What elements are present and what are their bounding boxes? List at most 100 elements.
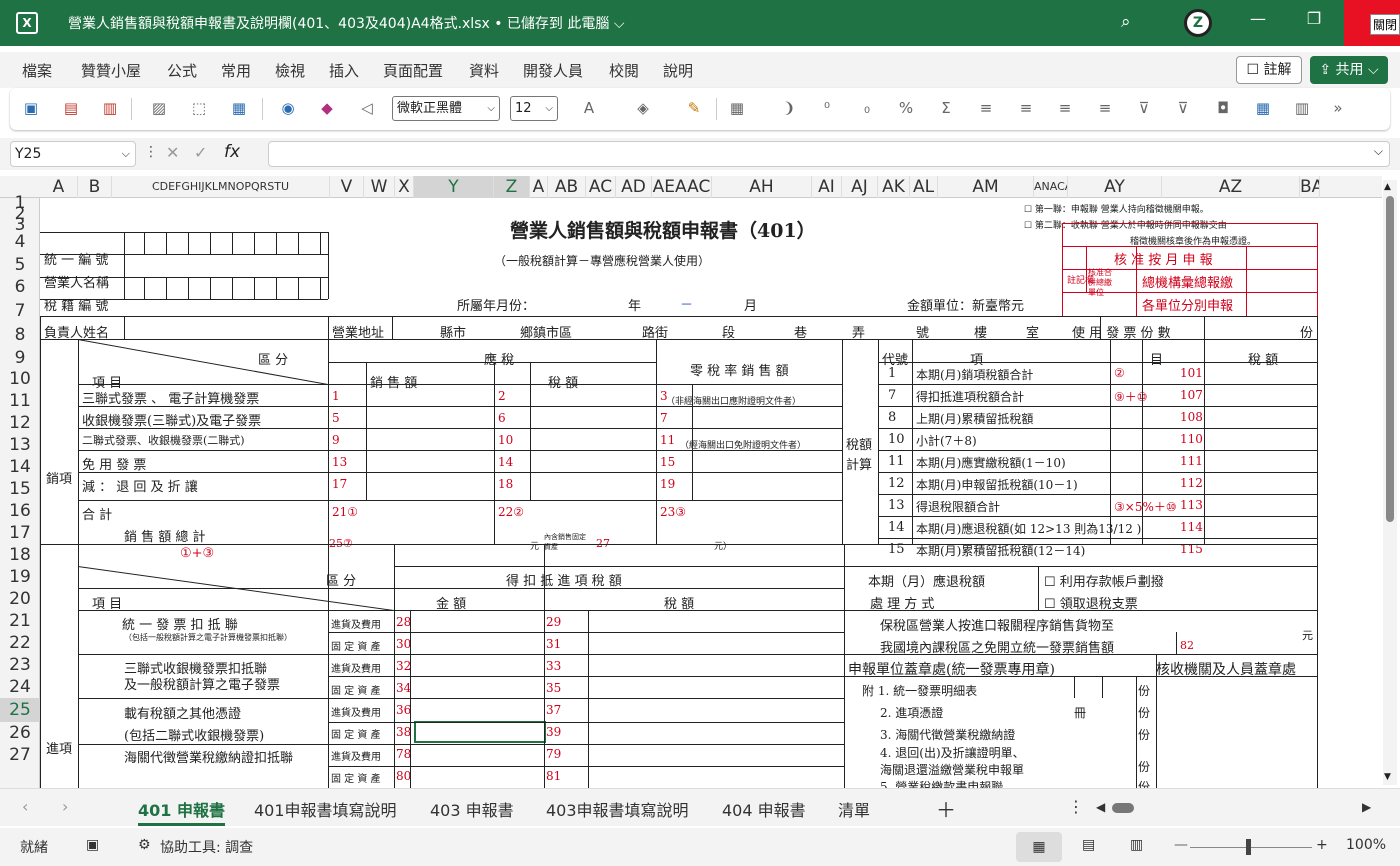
minimize-icon[interactable]: — bbox=[1248, 9, 1268, 28]
menu-developer[interactable]: 開發人員 bbox=[523, 60, 583, 81]
more-vert-icon[interactable]: ⋮ bbox=[144, 144, 158, 160]
zoom-slider[interactable] bbox=[1190, 847, 1312, 848]
vertical-scroll-thumb[interactable] bbox=[1386, 196, 1394, 522]
column-header[interactable]: AY bbox=[1068, 176, 1162, 198]
page-break-view-icon[interactable]: ▥ bbox=[1130, 837, 1143, 853]
column-header[interactable]: AB bbox=[548, 176, 586, 198]
row-header[interactable]: 19 bbox=[0, 566, 40, 588]
column-header[interactable]: ANACAARASTAUAVA bbox=[1034, 176, 1068, 198]
decrease-decimal-icon[interactable]: ₀ bbox=[856, 98, 878, 118]
comma-style-icon[interactable]: ❩ bbox=[778, 98, 800, 118]
hscroll-right-icon[interactable]: ▶ bbox=[1362, 800, 1371, 814]
column-header[interactable]: A bbox=[530, 176, 548, 198]
column-header[interactable]: AI bbox=[812, 176, 842, 198]
clear-format-icon[interactable]: ◁ bbox=[356, 98, 378, 118]
column-header[interactable]: B bbox=[78, 176, 112, 198]
row-header[interactable]: 23 bbox=[0, 654, 40, 676]
row-header[interactable]: 5 bbox=[0, 254, 40, 276]
share-button[interactable]: ⇪ 共用 ⌵ bbox=[1310, 56, 1388, 84]
restore-icon[interactable]: ❐ bbox=[1304, 9, 1324, 28]
borders-icon[interactable]: ▦ bbox=[726, 98, 748, 118]
row-header[interactable]: 12 bbox=[0, 412, 40, 434]
search-icon[interactable]: ⌕ bbox=[1121, 12, 1131, 32]
more-icon[interactable]: » bbox=[1327, 98, 1349, 118]
close-button[interactable]: 關閉 bbox=[1344, 0, 1400, 46]
column-header[interactable]: Y bbox=[414, 176, 494, 198]
tab-403[interactable]: 403 申報書 bbox=[430, 797, 514, 821]
sum-icon[interactable]: Σ bbox=[935, 98, 957, 118]
font-size-dropdown[interactable]: 12 ⌵ bbox=[510, 96, 558, 121]
spreadsheet-grid[interactable]: A B CDEFGHIJKLMNOPQRSTU V W X Y Z A AB AC AD AEAAC AH… bbox=[0, 176, 1382, 788]
menu-view[interactable]: 檢視 bbox=[275, 60, 305, 81]
align-right-icon[interactable]: ≡ bbox=[1054, 98, 1076, 118]
row-header[interactable]: 4 bbox=[0, 230, 40, 254]
row-header[interactable]: 7 bbox=[0, 299, 40, 323]
accessibility-status[interactable]: 協助工具: 調查 bbox=[160, 837, 253, 857]
accessibility-icon[interactable]: ⚙ bbox=[138, 837, 151, 853]
clear-filter-icon[interactable]: ⊽ bbox=[1172, 98, 1194, 118]
column-header[interactable]: AM bbox=[938, 176, 1034, 198]
tab-401-guide[interactable]: 401申報書填寫說明 bbox=[254, 797, 397, 821]
row-header[interactable]: 24 bbox=[0, 676, 40, 698]
row-header[interactable]: 15 bbox=[0, 478, 40, 500]
column-header[interactable]: BA bbox=[1300, 176, 1320, 198]
zoom-out-icon[interactable]: — bbox=[1174, 837, 1188, 853]
align-left-icon[interactable]: ≡ bbox=[975, 98, 997, 118]
format-painter-icon[interactable]: ✎ bbox=[683, 98, 705, 118]
row-header[interactable]: 3 bbox=[0, 217, 40, 234]
row-header[interactable]: 8 bbox=[0, 323, 40, 348]
row-header[interactable]: 27 bbox=[0, 744, 40, 766]
row-header[interactable]: 10 bbox=[0, 368, 40, 390]
tab-401[interactable]: 401 申報書 bbox=[138, 797, 225, 826]
menu-insert[interactable]: 插入 bbox=[329, 60, 359, 81]
row-header[interactable]: 11 bbox=[0, 390, 40, 412]
macro-record-icon[interactable]: ▣ bbox=[86, 837, 99, 853]
column-header[interactable]: CDEFGHIJKLMNOPQRSTU bbox=[112, 176, 330, 198]
eraser-icon[interactable]: ◆ bbox=[316, 98, 338, 118]
zoom-slider-thumb[interactable] bbox=[1246, 839, 1251, 855]
freeze-panes-icon[interactable]: ▥ bbox=[1291, 98, 1313, 118]
new-sheet-icon[interactable]: ▣ bbox=[20, 98, 42, 118]
camera-icon[interactable]: ◘ bbox=[1212, 98, 1234, 118]
row-header[interactable]: 17 bbox=[0, 522, 40, 544]
align-center-icon[interactable]: ≡ bbox=[1015, 98, 1037, 118]
column-header[interactable]: AD bbox=[616, 176, 652, 198]
column-header[interactable]: A bbox=[40, 176, 78, 198]
prev-sheet-icon[interactable]: ‹ bbox=[22, 797, 28, 816]
scroll-up-icon[interactable]: ▲ bbox=[1384, 182, 1391, 192]
column-header[interactable]: AC bbox=[586, 176, 616, 198]
name-box[interactable]: Y25 ⌵ bbox=[10, 141, 136, 167]
page-setup-icon[interactable]: ▥ bbox=[99, 98, 121, 118]
table-icon[interactable]: ▦ bbox=[1252, 98, 1274, 118]
column-header[interactable]: V bbox=[330, 176, 364, 198]
column-header[interactable]: AEAAC bbox=[652, 176, 712, 198]
menu-page-layout[interactable]: 頁面配置 bbox=[383, 60, 443, 81]
tab-list[interactable]: 清單 bbox=[838, 797, 870, 821]
increase-decimal-icon[interactable]: ⁰ bbox=[816, 98, 838, 118]
cancel-icon[interactable]: ✕ bbox=[166, 143, 179, 162]
column-header[interactable]: AJ bbox=[842, 176, 878, 198]
menu-home[interactable]: 常用 bbox=[221, 60, 251, 81]
comment-button[interactable]: ☐ 註解 bbox=[1236, 56, 1302, 84]
page-layout-view-icon[interactable]: ▤ bbox=[1082, 837, 1095, 853]
row-header[interactable]: 25 bbox=[0, 698, 40, 722]
row-header[interactable]: 20 bbox=[0, 588, 40, 610]
menu-zanzan[interactable]: 贊贊小屋 bbox=[81, 60, 141, 81]
font-name-dropdown[interactable]: 微軟正黑體 ⌵ bbox=[392, 96, 500, 121]
justify-icon[interactable]: ≡ bbox=[1094, 98, 1116, 118]
more-vert-icon[interactable]: ⋮ bbox=[1068, 797, 1084, 816]
add-sheet-icon[interactable]: ＋ bbox=[936, 794, 956, 823]
selected-cell-y25[interactable] bbox=[414, 721, 546, 743]
chevron-down-icon[interactable]: ⌵ bbox=[1374, 144, 1383, 159]
fill-color-icon[interactable]: ◈ bbox=[632, 98, 654, 118]
hscroll-left-icon[interactable]: ◀ bbox=[1096, 800, 1105, 814]
menu-file[interactable]: 檔案 bbox=[22, 60, 52, 81]
picture-icon[interactable]: ▨ bbox=[148, 98, 170, 118]
filter-icon[interactable]: ⊽ bbox=[1133, 98, 1155, 118]
row-header[interactable]: 16 bbox=[0, 500, 40, 522]
tab-404[interactable]: 404 申報書 bbox=[722, 797, 806, 821]
menu-data[interactable]: 資料 bbox=[469, 60, 499, 81]
formula-input[interactable]: ⌵ bbox=[268, 141, 1390, 167]
avatar[interactable]: Z bbox=[1184, 9, 1212, 37]
menu-formulas[interactable]: 公式 bbox=[167, 60, 197, 81]
